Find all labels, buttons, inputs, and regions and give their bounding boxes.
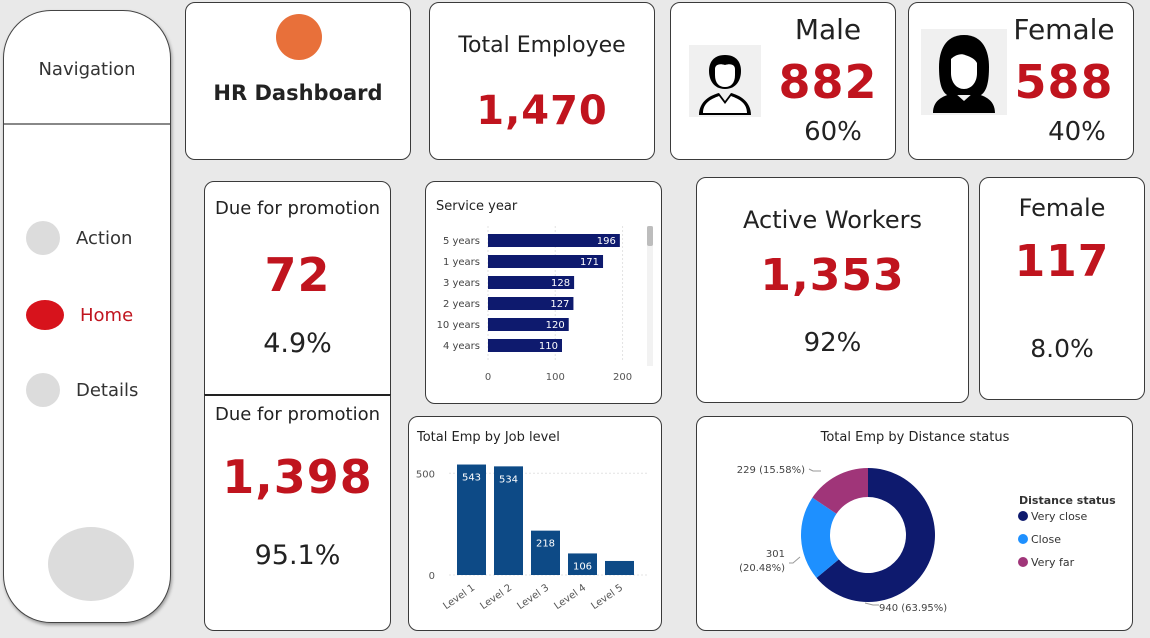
female-active-pct: 8.0%: [1030, 334, 1094, 363]
nav-item-home[interactable]: Home: [26, 300, 133, 330]
action-dot-icon: [26, 221, 60, 255]
data-label: 196: [597, 236, 616, 247]
y-tick-label: 500: [416, 469, 435, 480]
legend-label: Very far: [1031, 556, 1075, 569]
male-value: 882: [778, 55, 878, 109]
male-avatar-icon: [689, 45, 761, 117]
legend-title: Distance status: [1019, 494, 1116, 507]
data-label: 543: [462, 473, 481, 484]
chart-title: Service year: [436, 199, 518, 214]
legend-marker: [1018, 557, 1028, 567]
y-tick-label: 3 years: [443, 278, 480, 289]
nav-item-label: Action: [76, 227, 133, 249]
legend-label: Very close: [1031, 510, 1088, 523]
nav-item-label: Details: [76, 379, 139, 401]
data-label: 218: [536, 539, 555, 550]
chart-title: Total Emp by Job level: [416, 430, 560, 445]
active-workers-pct: 92%: [803, 328, 862, 358]
dashboard-header-card: HR Dashboard: [185, 2, 411, 160]
home-dot-icon: [26, 300, 64, 330]
promotion-pct-2: 95.1%: [254, 540, 341, 571]
total-employee-card: Total Employee 1,470: [429, 2, 655, 160]
service-year-card: Service year 0 100 200 5 years 196 1 years 171…: [425, 181, 662, 404]
male-label: Male: [794, 13, 862, 46]
data-label: 127: [550, 299, 569, 310]
nav-item-details[interactable]: Details: [26, 373, 138, 407]
page-title: HR Dashboard: [213, 81, 383, 105]
promotion-pct: 4.9%: [263, 328, 332, 359]
chart-title: Total Emp by Distance status: [820, 430, 1010, 445]
active-workers-value: 1,353: [760, 250, 905, 301]
promotion-card: Due for promotion 72 4.9%: [204, 181, 391, 395]
x-tick-label: Level 1: [441, 582, 477, 612]
legend-label: Close: [1031, 533, 1061, 546]
data-label: 110: [539, 341, 558, 352]
male-card: Male 882 60%: [670, 2, 896, 160]
nav-bottom-button[interactable]: [48, 527, 134, 601]
bar: [531, 530, 560, 575]
data-label: 940 (63.95%): [879, 603, 947, 614]
distance-status-chart: Total Emp by Distance status Distance st…: [737, 430, 1116, 614]
x-tick-label: Level 2: [478, 582, 514, 612]
bar: [605, 560, 634, 575]
promotion-value-2: 1,398: [222, 450, 373, 504]
legend-marker: [1018, 511, 1028, 521]
x-tick-label: 100: [546, 372, 565, 383]
navigation-title: Navigation: [38, 59, 136, 80]
promotion-label-2: Due for promotion: [214, 404, 380, 425]
x-tick-label: Level 3: [515, 582, 551, 612]
total-employee-label: Total Employee: [458, 33, 626, 58]
distance-status-card: Total Emp by Distance status Distance st…: [696, 416, 1133, 631]
not-promotion-card: Due for promotion 1,398 95.1%: [204, 394, 391, 631]
data-label: 120: [546, 320, 565, 331]
promotion-value: 72: [264, 248, 331, 302]
y-tick-label: 1 years: [443, 257, 480, 268]
female-active-label: Female: [1018, 194, 1106, 222]
x-tick-label: Level 4: [552, 582, 588, 612]
female-active-card: Female 117 8.0%: [979, 177, 1145, 400]
logo-icon: [276, 14, 322, 60]
female-card: Female 588 40%: [908, 2, 1134, 160]
x-tick-label: 200: [613, 372, 632, 383]
female-label: Female: [1013, 13, 1115, 46]
nav-divider: [4, 123, 170, 125]
data-label: 171: [580, 257, 599, 268]
male-pct: 60%: [804, 117, 862, 147]
nav-item-action[interactable]: Action: [26, 221, 132, 255]
data-label: 301: [766, 549, 785, 560]
female-pct: 40%: [1048, 117, 1106, 147]
y-tick-label: 10 years: [437, 320, 480, 331]
data-label: 128: [551, 278, 570, 289]
data-label: 534: [499, 474, 518, 485]
y-tick-label: 4 years: [443, 341, 480, 352]
active-workers-card: Active Workers 1,353 92%: [696, 177, 969, 403]
data-label: 229 (15.58%): [737, 465, 805, 476]
female-avatar-icon: [921, 29, 1007, 115]
leader-line: [864, 602, 879, 606]
y-tick-label: 0: [429, 571, 435, 582]
female-value: 588: [1014, 55, 1114, 109]
service-year-chart: Service year 0 100 200 5 years 196 1 years 171…: [436, 199, 653, 383]
scrollbar-track[interactable]: [647, 226, 653, 366]
active-workers-label: Active Workers: [743, 206, 922, 234]
x-tick-label: 0: [485, 372, 491, 383]
data-label: 106: [573, 561, 592, 572]
female-active-value: 117: [1014, 236, 1110, 287]
job-level-card: Total Emp by Job level 0 500 543 Level 1 534…: [408, 416, 662, 631]
details-dot-icon: [26, 373, 60, 407]
navigation-panel: Navigation Action Home Details: [3, 10, 171, 623]
data-label: (20.48%): [739, 563, 785, 574]
leader-line: [789, 556, 801, 564]
total-employee-value: 1,470: [476, 88, 608, 134]
y-tick-label: 2 years: [443, 299, 480, 310]
job-level-chart: Total Emp by Job level 0 500 543 Level 1 534…: [416, 430, 647, 612]
scrollbar-thumb[interactable]: [647, 226, 653, 246]
leader-line: [808, 468, 821, 472]
y-tick-label: 5 years: [443, 236, 480, 247]
legend-marker: [1018, 534, 1028, 544]
nav-item-label: Home: [80, 304, 134, 326]
promotion-label: Due for promotion: [214, 198, 380, 219]
x-tick-label: Level 5: [589, 582, 625, 612]
